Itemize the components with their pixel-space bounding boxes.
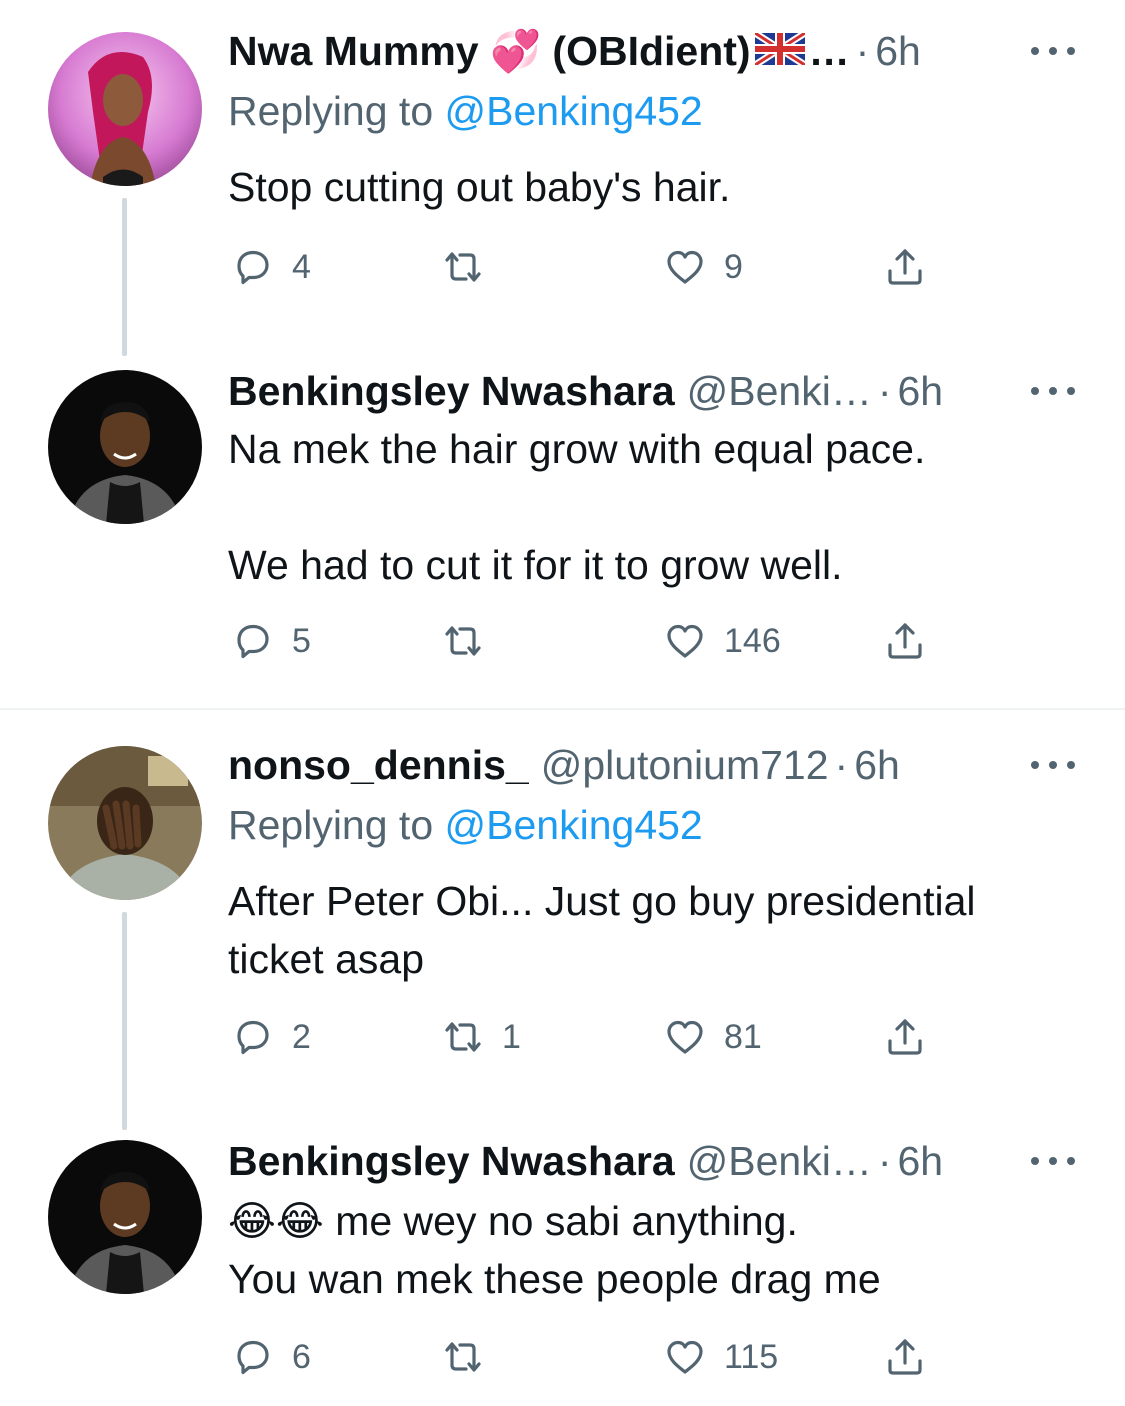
like-count: 115 [724, 1337, 779, 1376]
retweet-icon [445, 252, 481, 282]
like-count: 146 [724, 621, 781, 660]
retweet-count: 1 [502, 1017, 521, 1056]
tweet-text: Na mek the hair grow with equal pace. We… [228, 420, 1077, 594]
tweet-4[interactable]: Benkingsley Nwashara @Benki… · 6h 😂😂 me … [0, 1130, 1125, 1406]
display-name[interactable]: nonso_dennis_ [228, 740, 529, 790]
like-button[interactable]: 115 [660, 1332, 778, 1382]
reply-button[interactable]: 5 [228, 616, 311, 666]
uk-flag-icon [752, 26, 807, 76]
like-button[interactable]: 146 [660, 616, 781, 666]
reply-icon [237, 624, 269, 659]
share-button[interactable] [880, 616, 930, 666]
reply-icon [237, 250, 269, 285]
user-handle[interactable]: @Benki… [687, 1136, 872, 1186]
reply-count: 2 [292, 1017, 311, 1056]
tweet-text-line: 😂😂 me wey no sabi anything. [228, 1198, 798, 1244]
separator: · [877, 1138, 892, 1184]
reply-count: 5 [292, 621, 311, 660]
reply-button[interactable]: 6 [228, 1332, 311, 1382]
action-bar: 5 146 [228, 616, 948, 666]
tweet-header: Nwa Mummy 💞 (OBIdient) … · 6h [228, 26, 1075, 76]
display-name[interactable]: Benkingsley Nwashara [228, 366, 675, 416]
mention-link[interactable]: @Benking452 [445, 802, 703, 848]
more-icon[interactable] [1031, 366, 1075, 416]
tweet-header: nonso_dennis_ @plutonium712 · 6h [228, 740, 1075, 790]
replying-to: Replying to @Benking452 [228, 800, 703, 850]
share-icon [888, 249, 922, 285]
more-icon[interactable] [1031, 26, 1075, 76]
user-handle[interactable]: @Benki… [687, 366, 872, 416]
like-button[interactable]: 9 [660, 242, 743, 292]
heart-icon [667, 250, 703, 284]
reply-icon [237, 1020, 269, 1055]
avatar[interactable] [48, 746, 202, 900]
tweet-text-line: You wan mek these people drag me [228, 1256, 881, 1302]
retweet-icon [445, 626, 481, 656]
display-name[interactable]: Benkingsley Nwashara [228, 1136, 675, 1186]
user-handle[interactable]: @plutonium712 [541, 740, 829, 790]
avatar[interactable] [48, 1140, 202, 1294]
thread-line [122, 198, 127, 356]
tweet-2[interactable]: Benkingsley Nwashara @Benki… · 6h Na mek… [0, 360, 1125, 708]
tweet-text: Stop cutting out baby's hair. [228, 164, 731, 210]
like-count: 9 [724, 247, 743, 286]
share-button[interactable] [880, 1012, 930, 1062]
separator: · [877, 368, 892, 414]
action-bar: 6 115 [228, 1332, 948, 1382]
share-icon [888, 1339, 922, 1375]
tweet-text-line: We had to cut it for it to grow well. [228, 542, 843, 588]
retweet-button[interactable] [438, 242, 502, 292]
timestamp[interactable]: 6h [897, 366, 943, 416]
share-icon [888, 1019, 922, 1055]
timestamp[interactable]: 6h [897, 1136, 943, 1186]
avatar[interactable] [48, 370, 202, 524]
reply-icon [237, 1340, 269, 1375]
separator: · [834, 742, 849, 788]
thread-line [122, 912, 127, 1130]
avatar[interactable] [48, 32, 202, 186]
like-button[interactable]: 81 [660, 1012, 762, 1062]
display-name[interactable]: Nwa Mummy 💞 (OBIdient) [228, 26, 751, 76]
retweet-icon [445, 1022, 481, 1052]
reply-count: 4 [292, 247, 311, 286]
heart-icon [667, 624, 703, 658]
retweet-icon [445, 1342, 481, 1372]
action-bar: 4 9 [228, 242, 948, 292]
retweet-button[interactable]: 1 [438, 1012, 521, 1062]
heart-icon [667, 1340, 703, 1374]
like-count: 81 [724, 1017, 762, 1056]
reply-button[interactable]: 2 [228, 1012, 311, 1062]
replying-to: Replying to @Benking452 [228, 86, 703, 136]
action-bar: 2 1 81 [228, 1012, 948, 1062]
name-truncation: … [808, 28, 850, 74]
separator: · [855, 28, 870, 74]
heart-icon [667, 1020, 703, 1054]
reply-button[interactable]: 4 [228, 242, 311, 292]
share-button[interactable] [880, 1332, 930, 1382]
tweet-text: 😂😂 me wey no sabi anything. You wan mek … [228, 1192, 1077, 1308]
tweet-text: After Peter Obi... Just go buy president… [228, 878, 976, 982]
tweet-3[interactable]: nonso_dennis_ @plutonium712 · 6h Replyin… [0, 710, 1125, 1130]
more-icon[interactable] [1031, 1136, 1075, 1186]
tweet-header: Benkingsley Nwashara @Benki… · 6h [228, 1136, 1075, 1186]
retweet-button[interactable] [438, 616, 502, 666]
replying-label: Replying to [228, 88, 434, 134]
timestamp[interactable]: 6h [875, 26, 921, 76]
timestamp[interactable]: 6h [854, 740, 900, 790]
tweet-1[interactable]: Nwa Mummy 💞 (OBIdient) … · 6h Replying t… [0, 0, 1125, 360]
tweet-header: Benkingsley Nwashara @Benki… · 6h [228, 366, 1075, 416]
tweet-text-line: Na mek the hair grow with equal pace. [228, 426, 926, 472]
reply-count: 6 [292, 1337, 311, 1376]
replying-label: Replying to [228, 802, 434, 848]
share-button[interactable] [880, 242, 930, 292]
more-icon[interactable] [1031, 740, 1075, 790]
retweet-button[interactable] [438, 1332, 502, 1382]
mention-link[interactable]: @Benking452 [445, 88, 703, 134]
share-icon [888, 623, 922, 659]
